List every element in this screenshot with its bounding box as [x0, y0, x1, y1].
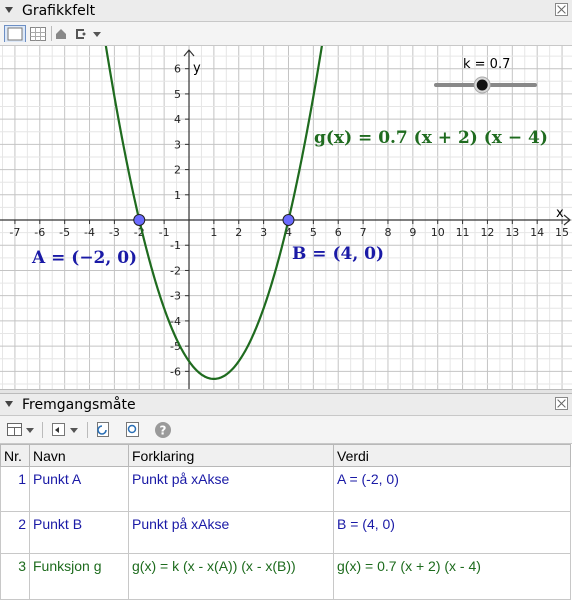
- close-icon[interactable]: [555, 397, 568, 410]
- toolbar-separator: [42, 422, 43, 438]
- y-axis-label: y: [193, 61, 201, 76]
- graphics-panel-header[interactable]: Grafikkfelt: [0, 0, 572, 22]
- row-explanation: Punkt på xAkse: [128, 466, 334, 512]
- x-tick-label: 13: [505, 226, 519, 239]
- row-name: Funksjon g: [29, 553, 129, 600]
- x-tick-label: -5: [59, 226, 70, 239]
- dropdown-arrow-icon[interactable]: [92, 25, 102, 42]
- x-tick-label: 9: [409, 226, 416, 239]
- help-icon[interactable]: ?: [154, 421, 172, 438]
- point-b[interactable]: [282, 214, 295, 227]
- graphics-panel-title: Grafikkfelt: [22, 3, 96, 19]
- slider-k[interactable]: k = 0.7: [434, 57, 537, 94]
- x-tick-label: -3: [109, 226, 120, 239]
- graphics-view[interactable]: -7 -6 -5 -4 -3 -2 -1 1 2 3 4 5 6 7 8 9 10 11 12 13 14 15-6-5-…: [0, 46, 572, 389]
- dropdown-arrow-icon[interactable]: [25, 421, 35, 438]
- x-tick-label: 11: [456, 226, 470, 239]
- toolbar-separator: [51, 26, 52, 41]
- steps-panel-header[interactable]: Fremgangsmåte: [0, 394, 572, 416]
- row-value: B = (4, 0): [333, 511, 571, 554]
- x-tick-label: 7: [360, 226, 367, 239]
- x-tick-label: 2: [235, 226, 242, 239]
- refresh-icon[interactable]: [95, 421, 113, 438]
- slider-label: k = 0.7: [463, 57, 510, 72]
- steps-panel-title: Fremgangsmåte: [22, 397, 136, 413]
- table-row[interactable]: 1 Punkt A Punkt på xAkse A = (-2, 0): [0, 466, 571, 512]
- navigation-icon[interactable]: [50, 421, 68, 438]
- row-nr: 1: [0, 466, 30, 512]
- function-label[interactable]: g(x) = 0.7 (x + 2) (x − 4): [314, 128, 548, 148]
- graphics-toolbar: [0, 22, 572, 46]
- x-tick-label: -4: [84, 226, 95, 239]
- grid-toggle-icon[interactable]: [28, 25, 48, 42]
- axes-toggle-icon[interactable]: [4, 25, 26, 42]
- row-nr: 3: [0, 553, 30, 600]
- column-header-nr[interactable]: Nr.: [0, 444, 30, 467]
- point-a-label[interactable]: A = (−2, 0): [31, 248, 137, 268]
- x-axis-label: x: [556, 206, 564, 221]
- toolbar-separator: [87, 422, 88, 438]
- row-nr: 2: [0, 511, 30, 554]
- row-explanation: Punkt på xAkse: [128, 511, 334, 554]
- x-tick-label: -1: [159, 226, 170, 239]
- column-header-explanation[interactable]: Forklaring: [128, 444, 334, 467]
- y-tick-label: 1: [174, 189, 181, 202]
- point-capture-icon[interactable]: [72, 25, 88, 42]
- collapse-triangle-icon[interactable]: [5, 7, 13, 13]
- dropdown-arrow-icon[interactable]: [69, 421, 79, 438]
- y-tick-label: 4: [174, 113, 181, 126]
- point-b-label[interactable]: B = (4, 0): [292, 244, 384, 264]
- table-header-row: Nr. Navn Forklaring Verdi: [0, 444, 571, 467]
- close-icon[interactable]: [555, 3, 568, 16]
- collapse-triangle-icon[interactable]: [5, 401, 13, 407]
- x-tick-label: -7: [9, 226, 20, 239]
- row-name: Punkt A: [29, 466, 129, 512]
- steps-toolbar: ?: [0, 416, 572, 444]
- slider-handle-dot: [476, 79, 488, 91]
- y-tick-label: -1: [170, 239, 181, 252]
- x-tick-label: 5: [310, 226, 317, 239]
- y-tick-label: 2: [174, 164, 181, 177]
- y-tick-label: -3: [170, 290, 181, 303]
- y-tick-label: 5: [174, 88, 181, 101]
- x-tick-label: 14: [530, 226, 544, 239]
- y-tick-label: -6: [170, 365, 181, 378]
- row-name: Punkt B: [29, 511, 129, 554]
- x-tick-label: 6: [335, 226, 342, 239]
- y-tick-label: 3: [174, 138, 181, 151]
- svg-text:?: ?: [160, 424, 167, 438]
- x-tick-label: 3: [260, 226, 267, 239]
- row-value: g(x) = 0.7 (x + 2) (x - 4): [333, 553, 571, 600]
- x-tick-label: 8: [384, 226, 391, 239]
- point-a[interactable]: [133, 214, 146, 227]
- table-row[interactable]: 3 Funksjon g g(x) = k (x - x(A)) (x - x(…: [0, 553, 571, 600]
- x-tick-label: 10: [431, 226, 445, 239]
- x-tick-label: 12: [480, 226, 494, 239]
- column-header-name[interactable]: Navn: [29, 444, 129, 467]
- x-tick-label: 1: [210, 226, 217, 239]
- x-tick-label: 15: [555, 226, 569, 239]
- x-tick-label: -6: [34, 226, 45, 239]
- table-row[interactable]: 2 Punkt B Punkt på xAkse B = (4, 0): [0, 511, 571, 554]
- steps-table: Nr. Navn Forklaring Verdi 1 Punkt A Punk…: [0, 444, 571, 600]
- home-icon[interactable]: [54, 25, 68, 42]
- columns-icon[interactable]: [6, 421, 24, 438]
- print-preview-icon[interactable]: [124, 421, 142, 438]
- column-header-value[interactable]: Verdi: [333, 444, 571, 467]
- row-explanation: g(x) = k (x - x(A)) (x - x(B)): [128, 553, 334, 600]
- row-value: A = (-2, 0): [333, 466, 571, 512]
- y-tick-label: 6: [174, 63, 181, 76]
- y-tick-label: -2: [170, 264, 181, 277]
